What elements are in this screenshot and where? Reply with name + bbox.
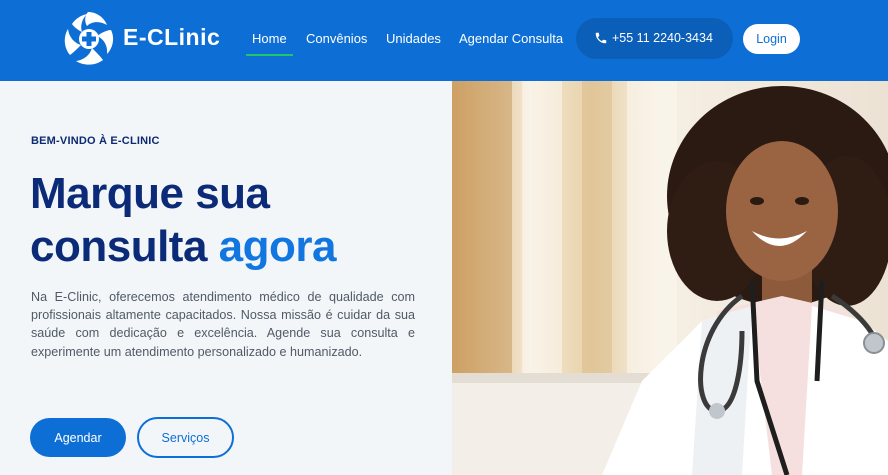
phone-icon xyxy=(595,32,607,44)
brand-name[interactable]: E-CLinic xyxy=(123,24,220,51)
hero-headline: Marque sua consulta agora xyxy=(30,167,336,273)
doctor-photo xyxy=(452,81,888,475)
nav-item-home[interactable]: Home xyxy=(246,31,293,56)
clinic-logo-icon[interactable] xyxy=(58,8,118,70)
headline-line-2: consulta xyxy=(30,222,207,271)
nav-item-agendar-consulta[interactable]: Agendar Consulta xyxy=(459,31,563,46)
agendar-button[interactable]: Agendar xyxy=(30,418,126,457)
phone-contact[interactable]: +55 11 2240-3434 xyxy=(576,18,733,59)
phone-number: +55 11 2240-3434 xyxy=(612,31,713,45)
login-button[interactable]: Login xyxy=(743,24,800,54)
nav-item-unidades[interactable]: Unidades xyxy=(386,31,441,46)
headline-line-1: Marque sua xyxy=(30,169,270,218)
headline-accent: agora xyxy=(218,222,337,271)
nav-item-convenios[interactable]: Convênios xyxy=(306,31,367,46)
hero-section: BEM-VINDO À E-CLINIC Marque sua consulta… xyxy=(0,81,452,475)
hero-kicker: BEM-VINDO À E-CLINIC xyxy=(31,135,160,147)
doctor-illustration xyxy=(452,81,888,475)
site-header: E-CLinic Home Convênios Unidades Agendar… xyxy=(0,0,888,81)
hero-paragraph: Na E-Clinic, oferecemos atendimento médi… xyxy=(31,290,415,359)
servicos-button[interactable]: Serviços xyxy=(137,417,234,458)
